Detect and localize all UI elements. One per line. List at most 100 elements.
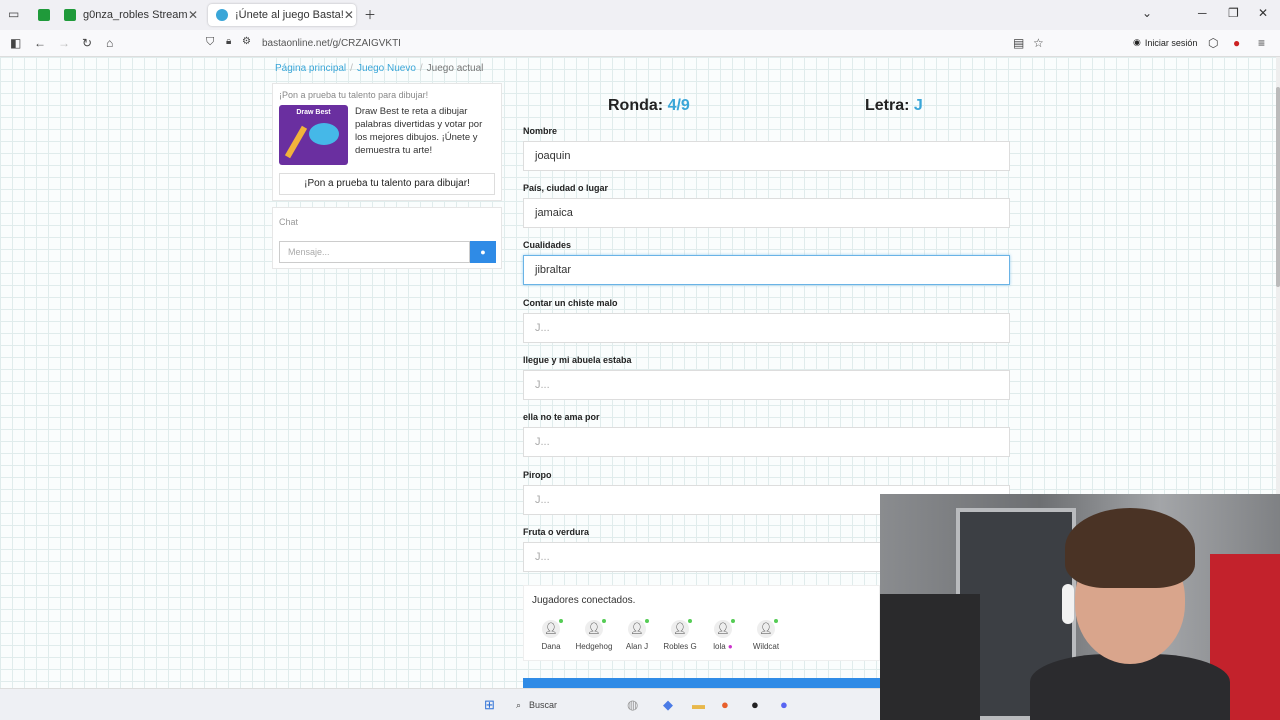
letter-value: J [913,97,923,114]
tab-basta[interactable]: ¡Únete al juego Basta! ✕ [208,4,356,26]
player-item[interactable]: 👤︎ Dana [531,619,571,651]
pencil-icon [284,125,308,159]
extensions-icon[interactable]: ⬡ [1208,36,1218,50]
webcam-hair [1065,508,1195,588]
promo-card: ¡Pon a prueba tu talento para dibujar! D… [272,83,502,201]
chat-send-button[interactable]: ● [470,241,496,263]
player-name: Dana [541,642,561,651]
shield-icon[interactable]: ⛉ [206,36,214,49]
chat-bubble-icon: ● [480,247,486,257]
user-icon: 👤︎ [542,619,563,638]
field-label-cualidades: Cualidades [523,240,572,250]
home-icon[interactable]: ⌂ [106,36,113,50]
chat-message-input[interactable]: Mensaje... [279,241,470,263]
basta-favicon-icon [216,9,228,21]
headset-icon [1062,584,1074,624]
extension-icon[interactable]: ● [1233,36,1240,50]
user-icon: 👤︎ [714,619,735,638]
back-icon[interactable]: ← [34,36,46,50]
field-input-pais[interactable]: jamaica [523,198,1010,228]
start-icon[interactable]: ⊞ [484,697,495,713]
badge-icon: ● [727,642,733,651]
kick-favicon-icon [64,9,76,21]
player-name: Hedgehog [575,642,613,651]
menu-icon[interactable]: ≡ [1258,36,1265,50]
tab-label: ¡Únete al juego Basta! [235,9,344,21]
tab-label: g0nza_robles Stream - Watch L [83,9,188,21]
letter-indicator: Letra: J [865,97,923,115]
webcam-overlay [880,494,1280,720]
signin-button[interactable]: ◉ Iniciar sesión [1133,37,1197,48]
minimize-icon[interactable]: ─ [1198,6,1207,20]
copilot-icon[interactable]: ◆ [663,697,673,713]
chat-panel: Chat Mensaje... ● [272,207,502,269]
promo-button[interactable]: ¡Pon a prueba tu talento para dibujar! [279,173,495,195]
new-tab-icon[interactable]: ＋ [364,6,376,23]
close-tab-icon[interactable]: ✕ [188,8,198,22]
lock-icon[interactable]: 🔒︎ [226,36,231,47]
user-icon: 👤︎ [585,619,606,638]
player-name: Robles G [663,642,697,651]
submit-button[interactable] [523,678,880,688]
field-label-fruta: Fruta o verdura [523,527,590,537]
taskbar-search-label: Buscar [529,700,558,710]
field-input-chiste[interactable]: J... [523,313,1010,343]
breadcrumb-home-link[interactable]: Página principal [275,63,346,74]
player-item[interactable]: 👤︎ Alan J [617,619,657,651]
tab-list-chevron-icon[interactable]: ⌄ [1142,6,1152,20]
field-label-piropo: Piropo [523,470,552,480]
player-item[interactable]: 👤︎ Wildcat [746,619,786,651]
field-label-nombre: Nombre [523,126,558,136]
reader-view-icon[interactable]: ▤ [1013,36,1024,50]
file-explorer-icon[interactable]: ▬ [692,697,705,712]
field-input-ella[interactable]: J... [523,427,1010,457]
sidebar-icon[interactable]: ◧ [10,36,21,50]
field-label-chiste: Contar un chiste malo [523,298,618,308]
bookmark-star-icon[interactable]: ☆ [1033,36,1044,50]
firefox-icon[interactable]: ● [721,697,729,712]
promo-text: Draw Best te reta a dibujar palabras div… [355,106,483,156]
browser-toolbar: ◧ ← → ↻ ⌂ ⛉ 🔒︎ ⚙ bastaonline.net/g/CRZAI… [0,30,1280,57]
github-icon[interactable]: ● [751,697,759,712]
player-item[interactable]: 👤︎ lola ● [703,619,743,651]
close-tab-icon[interactable]: ✕ [344,8,354,22]
breadcrumb-current: Juego actual [426,63,484,74]
forward-icon[interactable]: → [58,36,70,50]
webcam-chair [880,594,980,720]
promo-image-title: Draw Best [296,109,331,116]
search-highlight-icon: ◍ [627,697,639,712]
kick-favicon-icon [38,9,50,21]
tab-overview-icon[interactable]: ▭ [8,7,19,21]
player-name: Wildcat [752,642,780,651]
player-item[interactable]: 👤︎ Robles G [660,619,700,651]
browser-tabbar: ▭ g0nza_robles Stream - Watch L ✕ ¡Únete… [0,0,1280,30]
reload-icon[interactable]: ↻ [82,36,92,50]
field-input-nombre[interactable]: joaquin [523,141,1010,171]
windows-taskbar: ⊞ ⌕ Buscar ◍ ◆ ▬ ● ● ● [0,688,880,720]
round-indicator: Ronda: 4/9 [608,97,690,115]
breadcrumb-new-game-link[interactable]: Juego Nuevo [357,63,416,74]
restore-icon[interactable]: ❐ [1228,6,1239,20]
host-user-icon: 👤︎ [671,619,692,638]
promo-title: ¡Pon a prueba tu talento para dibujar! [279,90,429,100]
tab-stream[interactable]: g0nza_robles Stream - Watch L ✕ [56,4,206,26]
player-name: Alan J [625,642,649,651]
user-icon: 👤︎ [628,619,649,638]
field-input-abuela[interactable]: J... [523,370,1010,400]
address-bar[interactable]: bastaonline.net/g/CRZAIGVKTI [262,38,401,49]
field-label-abuela: llegue y mi abuela estaba [523,355,632,365]
promo-image[interactable]: Draw Best [279,105,348,165]
players-title: Jugadores conectados. [532,595,636,606]
account-icon: ◉ [1133,37,1141,47]
window-close-icon[interactable]: ✕ [1258,6,1268,20]
chat-title: Chat [279,217,299,227]
field-input-cualidades[interactable]: jibraltar [523,255,1010,285]
player-item[interactable]: 👤︎ Hedgehog [574,619,614,651]
players-panel: Jugadores conectados. 👤︎ Dana 👤︎ Hedgeho… [523,585,880,661]
field-label-ella: ella no te ama por [523,412,600,422]
user-icon: 👤︎ [757,619,778,638]
tab-kick-pinned[interactable] [30,4,54,26]
scrollbar-thumb[interactable] [1276,87,1280,287]
discord-icon[interactable]: ● [780,697,788,712]
permissions-icon[interactable]: ⚙ [242,36,251,47]
